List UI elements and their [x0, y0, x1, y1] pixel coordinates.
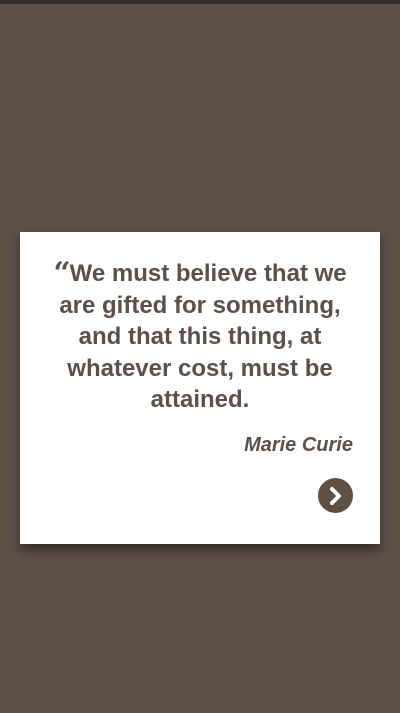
- quote-text: We must believe that we are gifted for s…: [59, 260, 347, 413]
- quote-open-icon: “: [53, 256, 70, 291]
- quote-text-block: “We must believe that we are gifted for …: [48, 258, 352, 416]
- chevron-right-icon: [329, 486, 341, 505]
- quote-author: Marie Curie: [244, 434, 353, 456]
- quote-card: “We must believe that we are gifted for …: [20, 232, 380, 544]
- next-quote-button[interactable]: [318, 478, 353, 513]
- status-bar: [0, 0, 400, 4]
